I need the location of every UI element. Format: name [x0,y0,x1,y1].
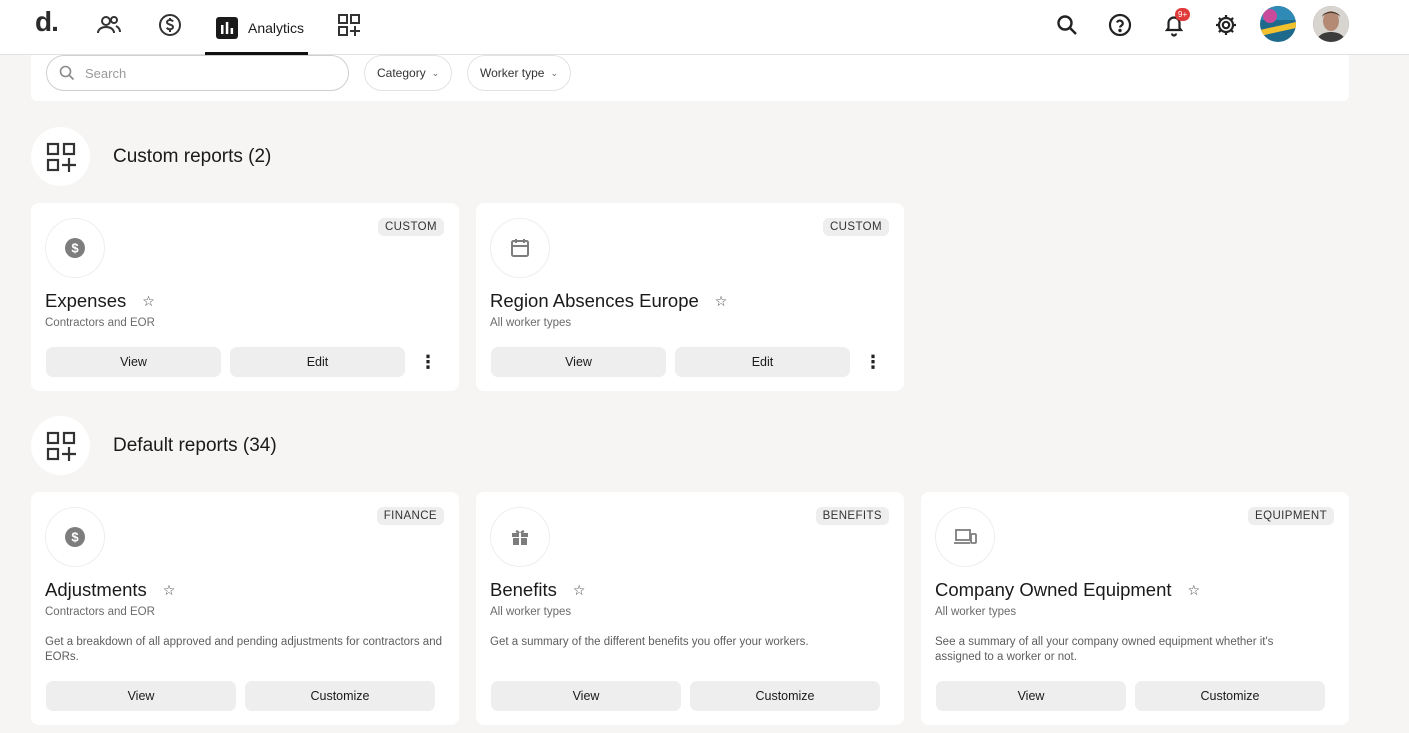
top-navigation-bar: d. Analytics 9+ [0,0,1409,55]
notifications-bell-icon[interactable]: 9+ [1159,8,1191,40]
report-description: Get a breakdown of all approved and pend… [45,636,442,663]
apps-add-icon[interactable] [334,10,364,40]
reports-grid-icon [31,416,90,475]
search-icon [59,65,75,81]
report-title: Adjustments [45,579,147,600]
favorite-star-icon[interactable]: ☆ [1188,582,1201,599]
search-input[interactable] [85,65,315,81]
more-options-icon[interactable]: ⋮ [863,347,883,377]
search-icon[interactable] [1052,10,1082,40]
report-title: Expenses [45,290,127,311]
report-title: Company Owned Equipment [935,579,1172,600]
calendar-icon [490,218,550,278]
category-filter-label: Category [377,66,426,80]
report-card-company-owned-equipment: EQUIPMENT Company Owned Equipment ☆ All … [921,492,1349,725]
report-worker-scope: All worker types [490,606,572,618]
chevron-down-icon: ⌄ [550,67,559,78]
report-category-tag: FINANCE [376,507,444,525]
default-reports-title: Default reports (34) [113,434,277,456]
settings-gear-icon[interactable] [1211,10,1241,40]
report-title-row: Company Owned Equipment ☆ [935,579,1200,601]
tab-analytics[interactable]: Analytics [205,0,308,55]
report-card-expenses: $ CUSTOM Expenses ☆ Contractors and EOR … [31,203,459,391]
payments-dollar-icon[interactable] [155,10,185,40]
report-title-row: Region Absences Europe ☆ [490,290,727,312]
category-filter-dropdown[interactable]: Category ⌄ [364,55,453,91]
report-description: Get a summary of the different benefits … [490,636,809,648]
search-field[interactable] [46,55,349,91]
dollar-icon: $ [45,218,105,278]
reports-grid-icon [31,127,90,186]
view-button[interactable]: View [936,681,1126,711]
view-button[interactable]: View [491,347,666,377]
report-card-adjustments: $ FINANCE Adjustments ☆ Contractors and … [31,492,459,725]
worker-type-filter-label: Worker type [480,66,545,80]
filter-panel: Category ⌄ Worker type ⌄ [31,55,1349,101]
analytics-chart-icon [216,16,238,39]
report-worker-scope: Contractors and EOR [45,606,155,618]
report-worker-scope: All worker types [490,317,572,329]
report-card-benefits: BENEFITS Benefits ☆ All worker types Get… [476,492,904,725]
customize-button[interactable]: Customize [245,681,435,711]
report-category-tag: CUSTOM [822,218,889,236]
view-button[interactable]: View [491,681,681,711]
notification-count-badge: 9+ [1175,8,1191,21]
worker-type-filter-dropdown[interactable]: Worker type ⌄ [467,55,572,91]
svg-text:$: $ [71,241,79,256]
favorite-star-icon[interactable]: ☆ [715,293,728,310]
report-title-row: Benefits ☆ [490,579,585,601]
report-category-tag: BENEFITS [815,507,889,525]
people-icon[interactable] [94,10,124,40]
report-title: Region Absences Europe [490,290,699,311]
report-category-tag: CUSTOM [377,218,444,236]
default-reports-header: Default reports (34) [31,416,277,475]
report-category-tag: EQUIPMENT [1248,507,1334,525]
report-title: Benefits [490,579,557,600]
report-title-row: Adjustments ☆ [45,579,175,601]
app-logo[interactable]: d. [35,6,59,38]
report-worker-scope: Contractors and EOR [45,317,155,329]
dollar-icon: $ [45,507,105,567]
workspace-flag-avatar[interactable] [1260,6,1296,42]
customize-button[interactable]: Customize [1135,681,1325,711]
edit-button[interactable]: Edit [230,347,405,377]
user-profile-avatar[interactable] [1313,6,1349,42]
favorite-star-icon[interactable]: ☆ [163,582,176,599]
help-icon[interactable] [1105,10,1135,40]
report-card-region-absences-europe: CUSTOM Region Absences Europe ☆ All work… [476,203,904,391]
report-title-row: Expenses ☆ [45,290,155,312]
favorite-star-icon[interactable]: ☆ [142,293,155,310]
gift-icon [490,507,550,567]
tab-analytics-label: Analytics [248,19,305,36]
more-options-icon[interactable]: ⋮ [418,347,438,377]
view-button[interactable]: View [46,681,236,711]
custom-reports-title: Custom reports (2) [113,145,272,167]
custom-reports-header: Custom reports (2) [31,127,271,186]
devices-icon [935,507,995,567]
report-worker-scope: All worker types [935,606,1017,618]
favorite-star-icon[interactable]: ☆ [573,582,586,599]
report-description: See a summary of all your company owned … [935,636,1274,663]
customize-button[interactable]: Customize [690,681,880,711]
chevron-down-icon: ⌄ [431,67,440,78]
edit-button[interactable]: Edit [675,347,850,377]
svg-text:$: $ [71,530,79,545]
view-button[interactable]: View [46,347,221,377]
